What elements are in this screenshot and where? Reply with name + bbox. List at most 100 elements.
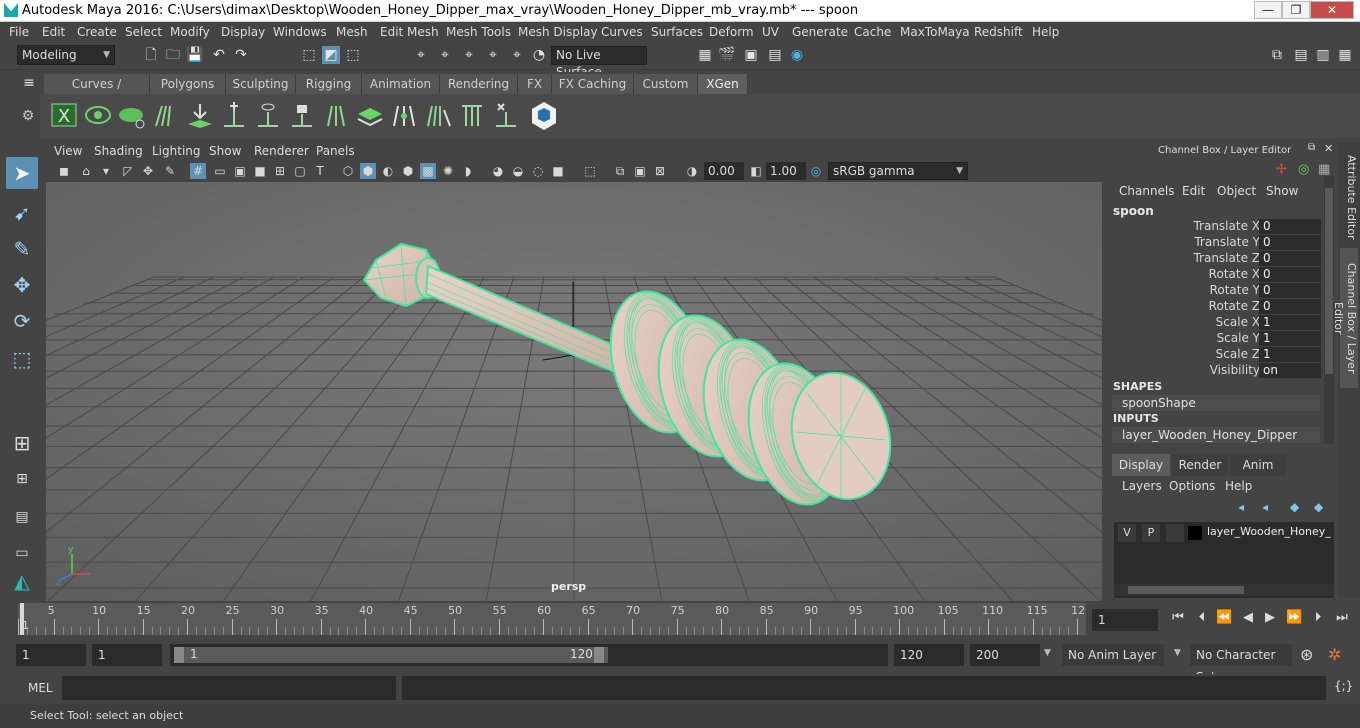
menu-edit-mesh[interactable]: Edit Mesh	[380, 25, 439, 39]
gamma-icon[interactable]: ◧	[748, 163, 764, 179]
cb-menu-edit[interactable]: Edit	[1182, 184, 1205, 198]
script-language-label[interactable]: MEL	[28, 681, 53, 695]
close-panel-icon[interactable]: ✕	[1324, 142, 1336, 155]
select-hierarchy-icon[interactable]: ⬚	[300, 46, 318, 64]
shape-node[interactable]: spoonShape	[1112, 395, 1320, 411]
menu-create[interactable]: Create	[77, 25, 117, 39]
le-menu-layers[interactable]: Layers	[1122, 479, 1162, 493]
attr-value-field[interactable]: 1	[1259, 315, 1321, 330]
use-lights-icon[interactable]: ✺	[440, 163, 456, 179]
step-back-frame-icon[interactable]: ⏴	[1194, 610, 1210, 626]
snap-point-icon[interactable]: ⌖	[460, 46, 478, 64]
xgen-brush-icon[interactable]	[424, 100, 452, 130]
outliner-layout-icon[interactable]: ▤	[6, 501, 38, 533]
animation-end-field[interactable]: 200	[970, 644, 1040, 666]
snap-surface-icon[interactable]: ⌖	[508, 46, 526, 64]
input-node[interactable]: layer_Wooden_Honey_Dipper	[1112, 427, 1320, 443]
vp-menu-renderer[interactable]: Renderer	[254, 144, 309, 158]
select-object-icon[interactable]: ◩	[322, 46, 340, 64]
restore-button[interactable]: ❐	[1282, 1, 1310, 19]
xgen-lock-guide-icon[interactable]	[288, 100, 316, 130]
go-to-end-icon[interactable]: ⏭	[1334, 610, 1350, 626]
vp-menu-lighting[interactable]: Lighting	[152, 144, 201, 158]
layer-type-toggle[interactable]	[1166, 524, 1184, 542]
menu-modify[interactable]: Modify	[170, 25, 210, 39]
step-forward-frame-icon[interactable]: ⏵	[1310, 610, 1326, 626]
play-forwards-icon[interactable]: ▶	[1262, 610, 1278, 626]
cb-menu-channels[interactable]: Channels	[1119, 184, 1175, 198]
vp-menu-panels[interactable]: Panels	[316, 144, 355, 158]
paint-select-tool-icon[interactable]: ✎	[6, 233, 38, 265]
safe-action-icon[interactable]: ▢	[292, 163, 308, 179]
tab-rigging[interactable]: Rigging	[296, 74, 362, 94]
tab-anim[interactable]: Anim	[1230, 454, 1286, 476]
layer-color-swatch[interactable]	[1188, 526, 1202, 540]
auto-key-icon[interactable]: ⊛	[1300, 645, 1313, 664]
render-settings-icon[interactable]: ▦	[696, 46, 714, 64]
isolate-select-icon[interactable]: ⬚	[582, 163, 598, 179]
exposure-icon[interactable]: ◑	[684, 163, 700, 179]
xgen-add-guide-icon[interactable]	[220, 100, 248, 130]
camera-attr-icon[interactable]: ⌂	[78, 163, 94, 179]
2d-pan-zoom-icon[interactable]: ✥	[140, 163, 156, 179]
attr-value-field[interactable]: 0	[1259, 267, 1321, 282]
close-button[interactable]: ✕	[1310, 1, 1354, 19]
attr-value-field[interactable]: 1	[1259, 347, 1321, 362]
current-time-indicator[interactable]	[20, 603, 24, 635]
safe-title-icon[interactable]: T	[312, 163, 328, 179]
wireframe-on-shaded-icon[interactable]: ◐	[380, 163, 396, 179]
xgen-select-guide-icon[interactable]	[254, 100, 282, 130]
shelf-settings-gear-icon[interactable]: ⚙	[18, 108, 38, 128]
new-scene-icon[interactable]: 🗋	[142, 46, 160, 64]
resolution-gate-icon[interactable]: ▣	[232, 163, 248, 179]
xgen-cut-icon[interactable]	[458, 100, 486, 130]
color-management-icon[interactable]: ◎	[808, 163, 824, 179]
time-ruler[interactable]: 5 10 15 20 25 30 35 40 45 50 55 60 65 70 75 80 85 90 95 100…	[18, 603, 1086, 635]
redo-icon[interactable]: ↷	[232, 46, 250, 64]
grid-icon[interactable]: #	[190, 163, 206, 179]
four-pane-layout-icon[interactable]: ⊞	[6, 463, 38, 495]
textured-icon[interactable]: ▩	[420, 163, 436, 179]
menu-select[interactable]: Select	[125, 25, 162, 39]
save-scene-icon[interactable]: 💾	[186, 46, 204, 64]
hypershade-icon[interactable]: ◉	[788, 46, 806, 64]
attr-value-field[interactable]: 0	[1259, 235, 1321, 250]
film-gate-icon[interactable]: ▭	[212, 163, 228, 179]
layer-hscrollbar[interactable]	[1114, 584, 1334, 596]
range-handle-end[interactable]	[594, 647, 604, 663]
rotate-tool-icon[interactable]: ⟳	[6, 305, 38, 337]
vp-menu-view[interactable]: View	[54, 144, 82, 158]
xgen-place-guide-icon[interactable]	[186, 100, 214, 130]
tab-xgen[interactable]: XGen	[698, 74, 748, 94]
tab-display[interactable]: Display	[1112, 454, 1170, 476]
attr-value-field[interactable]: 0	[1259, 283, 1321, 298]
menu-maxtomaya[interactable]: MaxToMaya	[900, 25, 970, 39]
workspace-icon[interactable]: ⧉	[1268, 46, 1286, 64]
3d-viewport[interactable]: y z persp	[46, 182, 1102, 601]
character-set-dropdown[interactable]: No Character Set	[1190, 644, 1292, 684]
tab-fx[interactable]: FX	[518, 74, 552, 94]
render-frame-icon[interactable]: 🎬	[718, 46, 736, 64]
live-surface-field[interactable]: No Live Surface	[551, 46, 647, 79]
minimize-button[interactable]: —	[1254, 1, 1282, 19]
menu-surfaces[interactable]: Surfaces	[651, 25, 703, 39]
select-tool-icon[interactable]: ➤	[6, 157, 38, 189]
snap-grid-icon[interactable]: ⌖	[412, 46, 430, 64]
vp-menu-shading[interactable]: Shading	[94, 144, 143, 158]
move-layer-up-icon[interactable]: ◂	[1238, 500, 1244, 514]
bookmark-icon[interactable]: ▾	[98, 163, 114, 179]
xray-icon[interactable]: ⬢	[400, 163, 416, 179]
tab-rendering[interactable]: Rendering	[440, 74, 518, 94]
step-back-key-icon[interactable]: ⏪	[1216, 610, 1232, 626]
le-menu-options[interactable]: Options	[1169, 479, 1215, 493]
depth-of-field-icon[interactable]: ■	[550, 163, 566, 179]
new-layer-icon[interactable]: ◆	[1290, 500, 1299, 514]
attr-value-field[interactable]: 0	[1259, 219, 1321, 234]
move-layer-down-icon[interactable]: ◂	[1262, 500, 1268, 514]
wireframe-icon[interactable]: ⬡	[340, 163, 356, 179]
tab-fx-caching[interactable]: FX Caching	[552, 74, 634, 94]
tab-curves-surfaces[interactable]: Curves / Surfaces	[44, 74, 150, 111]
xgen-convert-icon[interactable]	[492, 100, 520, 130]
tab-channel-box[interactable]: Channel Box / Layer Editor	[1332, 248, 1358, 388]
xgen-hex-logo-icon[interactable]	[530, 100, 558, 130]
